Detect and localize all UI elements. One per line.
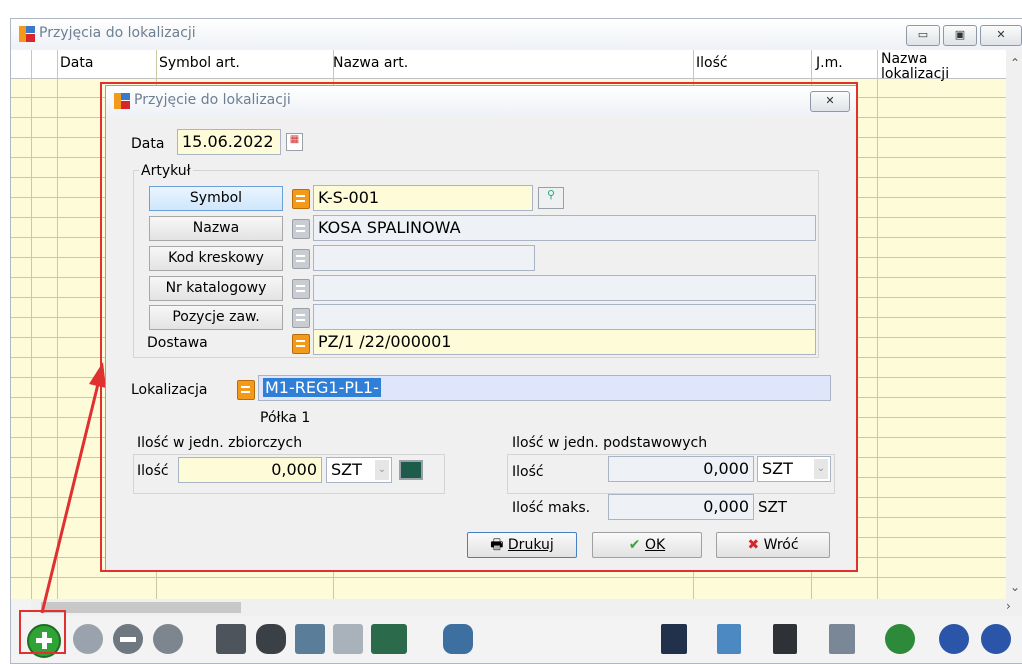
dialog-highlight-frame xyxy=(100,82,858,572)
